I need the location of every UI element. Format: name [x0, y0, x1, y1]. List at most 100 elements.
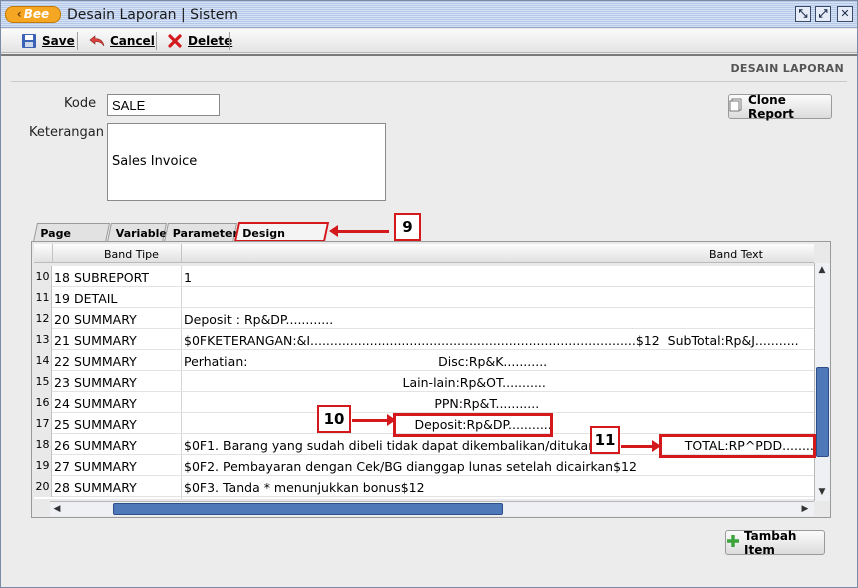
row-number: 26: [54, 438, 70, 453]
row-index: 18: [34, 434, 52, 455]
row-number: 20: [54, 312, 70, 327]
band-text-cell[interactable]: $0F3. Tanda * menunjukkan bonus$12: [184, 480, 425, 495]
column-header-band-tipe[interactable]: Band Tipe: [104, 248, 159, 261]
highlight-box-10: [393, 413, 553, 437]
table-row[interactable]: 15 23 SUMMARY Lain-lain:Rp&OT...........: [34, 371, 814, 392]
callout-arrow-10: [352, 414, 396, 426]
table-row[interactable]: 13 21 SUMMARY $0FKETERANGAN:&I..........…: [34, 329, 814, 350]
band-type-cell[interactable]: SUMMARY: [74, 312, 137, 327]
row-number: 25: [54, 417, 70, 432]
row-number: 19: [54, 291, 70, 306]
tab-label: Variable: [115, 227, 167, 240]
scroll-right-arrow-icon[interactable]: ▶: [798, 502, 812, 516]
page-title: DESAIN LAPORAN: [730, 62, 844, 75]
title-bar: ‹ Bee Desain Laporan | Sistem ⤡ ⤢ ✕: [1, 1, 857, 28]
tab-page-setup[interactable]: Page Setup: [32, 223, 111, 253]
header-divider: [11, 81, 847, 82]
callout-arrow-9: [329, 225, 389, 237]
toolbar-divider: [1, 54, 857, 56]
plus-icon: [726, 534, 740, 551]
cancel-label: Cancel: [110, 34, 155, 48]
table-row[interactable]: 12 20 SUMMARY Deposit : Rp&DP...........…: [34, 308, 814, 329]
row-index: 20: [34, 476, 52, 497]
bee-logo: ‹ Bee: [5, 6, 61, 23]
toolbar: Save Cancel Delete: [1, 29, 857, 53]
toolbar-separator: [77, 32, 78, 50]
row-number: 27: [54, 459, 70, 474]
add-item-label: Tambah Item: [744, 528, 797, 557]
band-text-cell[interactable]: $0F2. Pembayaran dengan Cek/BG dianggap …: [184, 459, 637, 474]
band-type-cell[interactable]: SUMMARY: [74, 333, 137, 348]
table-row[interactable]: 14 22 SUMMARY Perhatian: Disc:Rp&K......…: [34, 350, 814, 371]
callout-10: 10: [317, 405, 351, 433]
clone-report-button[interactable]: Clone Report: [728, 92, 832, 121]
vertical-scroll-thumb[interactable]: [816, 367, 829, 457]
scroll-left-arrow-icon[interactable]: ◀: [50, 502, 64, 516]
band-text-cell[interactable]: Deposit : Rp&DP............: [184, 312, 333, 327]
row-number: 21: [54, 333, 70, 348]
window-title: Desain Laporan | Sistem: [67, 7, 238, 23]
column-header-band-text[interactable]: Band Text: [709, 248, 763, 261]
row-index: 16: [34, 392, 52, 413]
band-type-cell[interactable]: SUBREPORT: [74, 270, 149, 285]
callout-11: 11: [590, 426, 620, 454]
clone-report-label: Clone Report: [748, 92, 794, 121]
maximize-window-button[interactable]: ⤢: [815, 6, 831, 22]
add-item-button[interactable]: Tambah Item: [725, 528, 825, 557]
band-type-cell[interactable]: SUMMARY: [74, 459, 137, 474]
undo-arrow-icon: [89, 33, 105, 49]
row-index: 19: [34, 455, 52, 476]
tab-design-layout[interactable]: Design Layout: [233, 222, 330, 253]
row-index: 12: [34, 308, 52, 329]
callout-9: 9: [394, 213, 421, 241]
row-number: 18: [54, 270, 70, 285]
table-row[interactable]: 19 27 SUMMARY $0F2. Pembayaran dengan Ce…: [34, 455, 814, 476]
close-window-button[interactable]: ✕: [837, 6, 853, 22]
band-text-cell[interactable]: $0FKETERANGAN:&I........................…: [184, 333, 799, 348]
band-type-cell[interactable]: SUMMARY: [74, 396, 137, 411]
band-type-cell[interactable]: SUMMARY: [74, 354, 137, 369]
table-row[interactable]: 16 24 SUMMARY PPN:Rp&T...........: [34, 392, 814, 413]
header-divider: [52, 244, 53, 263]
row-index: 11: [34, 287, 52, 308]
scroll-up-arrow-icon[interactable]: ▲: [815, 263, 829, 277]
vertical-scrollbar[interactable]: ▲ ▼: [814, 263, 830, 501]
delete-button[interactable]: Delete: [167, 31, 232, 51]
cancel-button[interactable]: Cancel: [89, 31, 155, 51]
floppy-disk-icon: [21, 33, 37, 49]
keterangan-textarea[interactable]: Sales Invoice: [107, 123, 386, 201]
kode-input[interactable]: [107, 94, 220, 116]
band-type-cell[interactable]: SUMMARY: [74, 375, 137, 390]
horizontal-scroll-thumb[interactable]: [113, 503, 503, 515]
header-divider: [181, 244, 182, 263]
band-type-cell[interactable]: DETAIL: [74, 291, 117, 306]
band-type-cell[interactable]: SUMMARY: [74, 438, 137, 453]
band-text-cell[interactable]: PPN:Rp&T...........: [184, 396, 539, 411]
toolbar-separator: [156, 32, 157, 50]
tab-variable[interactable]: Variable: [106, 223, 168, 242]
band-text-cell[interactable]: Lain-lain:Rp&OT...........: [184, 375, 546, 390]
highlight-box-11: [659, 434, 816, 458]
row-number: 23: [54, 375, 70, 390]
callout-arrow-11: [621, 440, 661, 452]
band-text-cell[interactable]: Perhatian: Disc:Rp&K...........: [184, 354, 547, 369]
kode-label: Kode: [64, 96, 97, 111]
logo-text: Bee: [23, 7, 50, 21]
band-text-cell[interactable]: 1: [184, 270, 192, 285]
save-button[interactable]: Save: [21, 31, 75, 51]
table-row[interactable]: 11 19 DETAIL: [34, 287, 814, 308]
band-type-cell[interactable]: SUMMARY: [74, 417, 137, 432]
table-row[interactable]: 10 18 SUBREPORT 1: [34, 266, 814, 287]
horizontal-scrollbar[interactable]: ◀ ▶: [50, 501, 814, 516]
scroll-down-arrow-icon[interactable]: ▼: [815, 485, 829, 499]
restore-window-button[interactable]: ⤡: [795, 6, 811, 22]
row-number: 24: [54, 396, 70, 411]
row-number: 28: [54, 480, 70, 495]
save-label: Save: [42, 34, 75, 48]
table-row[interactable]: 20 28 SUMMARY $0F3. Tanda * menunjukkan …: [34, 476, 814, 497]
delete-label: Delete: [188, 34, 233, 48]
tab-parameter[interactable]: Parameter: [163, 223, 238, 242]
row-index: 17: [34, 413, 52, 434]
delete-x-icon: [167, 33, 183, 49]
band-type-cell[interactable]: SUMMARY: [74, 480, 137, 495]
